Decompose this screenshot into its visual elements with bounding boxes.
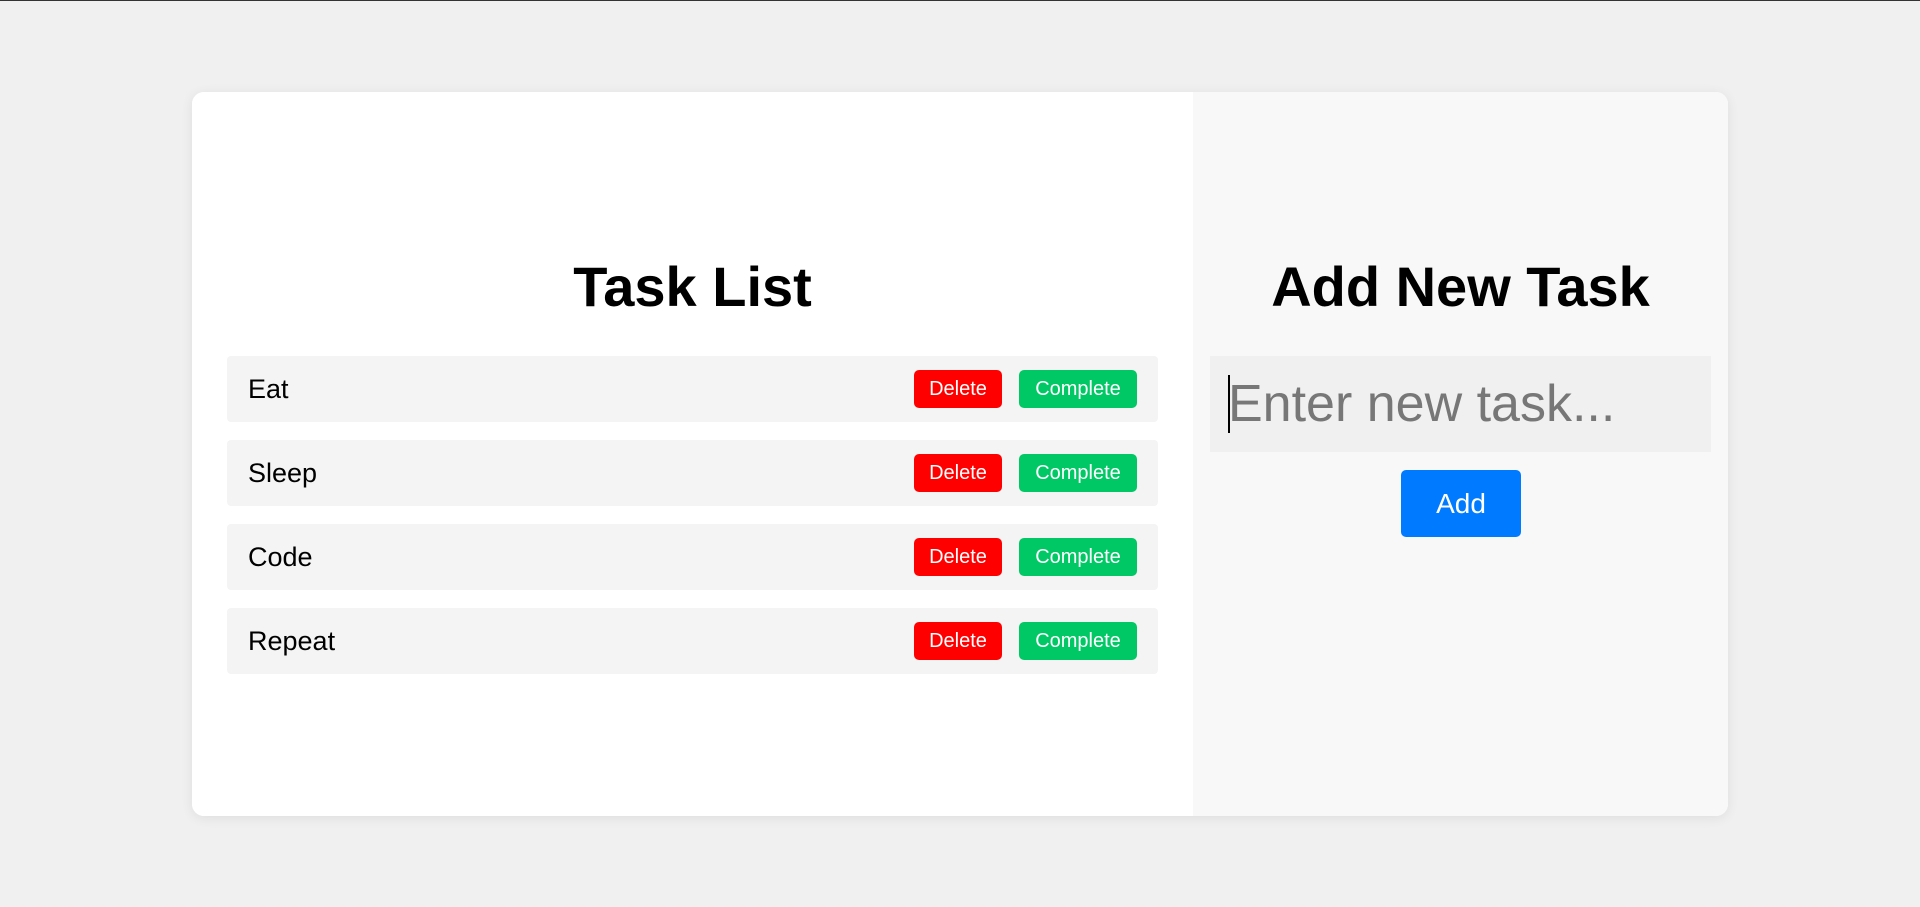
task-item: Repeat Delete Complete bbox=[227, 608, 1158, 674]
task-name: Repeat bbox=[248, 625, 336, 656]
delete-button[interactable]: Delete bbox=[914, 454, 1002, 492]
task-item: Sleep Delete Complete bbox=[227, 440, 1158, 506]
delete-button[interactable]: Delete bbox=[914, 370, 1002, 408]
task-name: Eat bbox=[248, 373, 289, 404]
complete-button[interactable]: Complete bbox=[1019, 454, 1137, 492]
task-item: Eat Delete Complete bbox=[227, 356, 1158, 422]
delete-button[interactable]: Delete bbox=[914, 538, 1002, 576]
task-list-panel: Task List Eat Delete Complete Sleep Dele… bbox=[192, 92, 1193, 816]
add-button[interactable]: Add bbox=[1401, 470, 1521, 537]
add-task-panel: Add New Task Add bbox=[1193, 92, 1728, 816]
task-list: Eat Delete Complete Sleep Delete Complet… bbox=[227, 356, 1158, 692]
task-item: Code Delete Complete bbox=[227, 524, 1158, 590]
complete-button[interactable]: Complete bbox=[1019, 622, 1137, 660]
complete-button[interactable]: Complete bbox=[1019, 538, 1137, 576]
window-top-border bbox=[0, 0, 1920, 1]
complete-button[interactable]: Complete bbox=[1019, 370, 1137, 408]
new-task-input[interactable] bbox=[1210, 356, 1711, 452]
add-task-title: Add New Task bbox=[1271, 255, 1650, 318]
task-name: Code bbox=[248, 541, 313, 572]
task-app-card: Task List Eat Delete Complete Sleep Dele… bbox=[192, 92, 1728, 816]
task-name: Sleep bbox=[248, 457, 318, 488]
delete-button[interactable]: Delete bbox=[914, 622, 1002, 660]
task-list-title: Task List bbox=[573, 255, 812, 318]
text-caret bbox=[1228, 375, 1230, 433]
